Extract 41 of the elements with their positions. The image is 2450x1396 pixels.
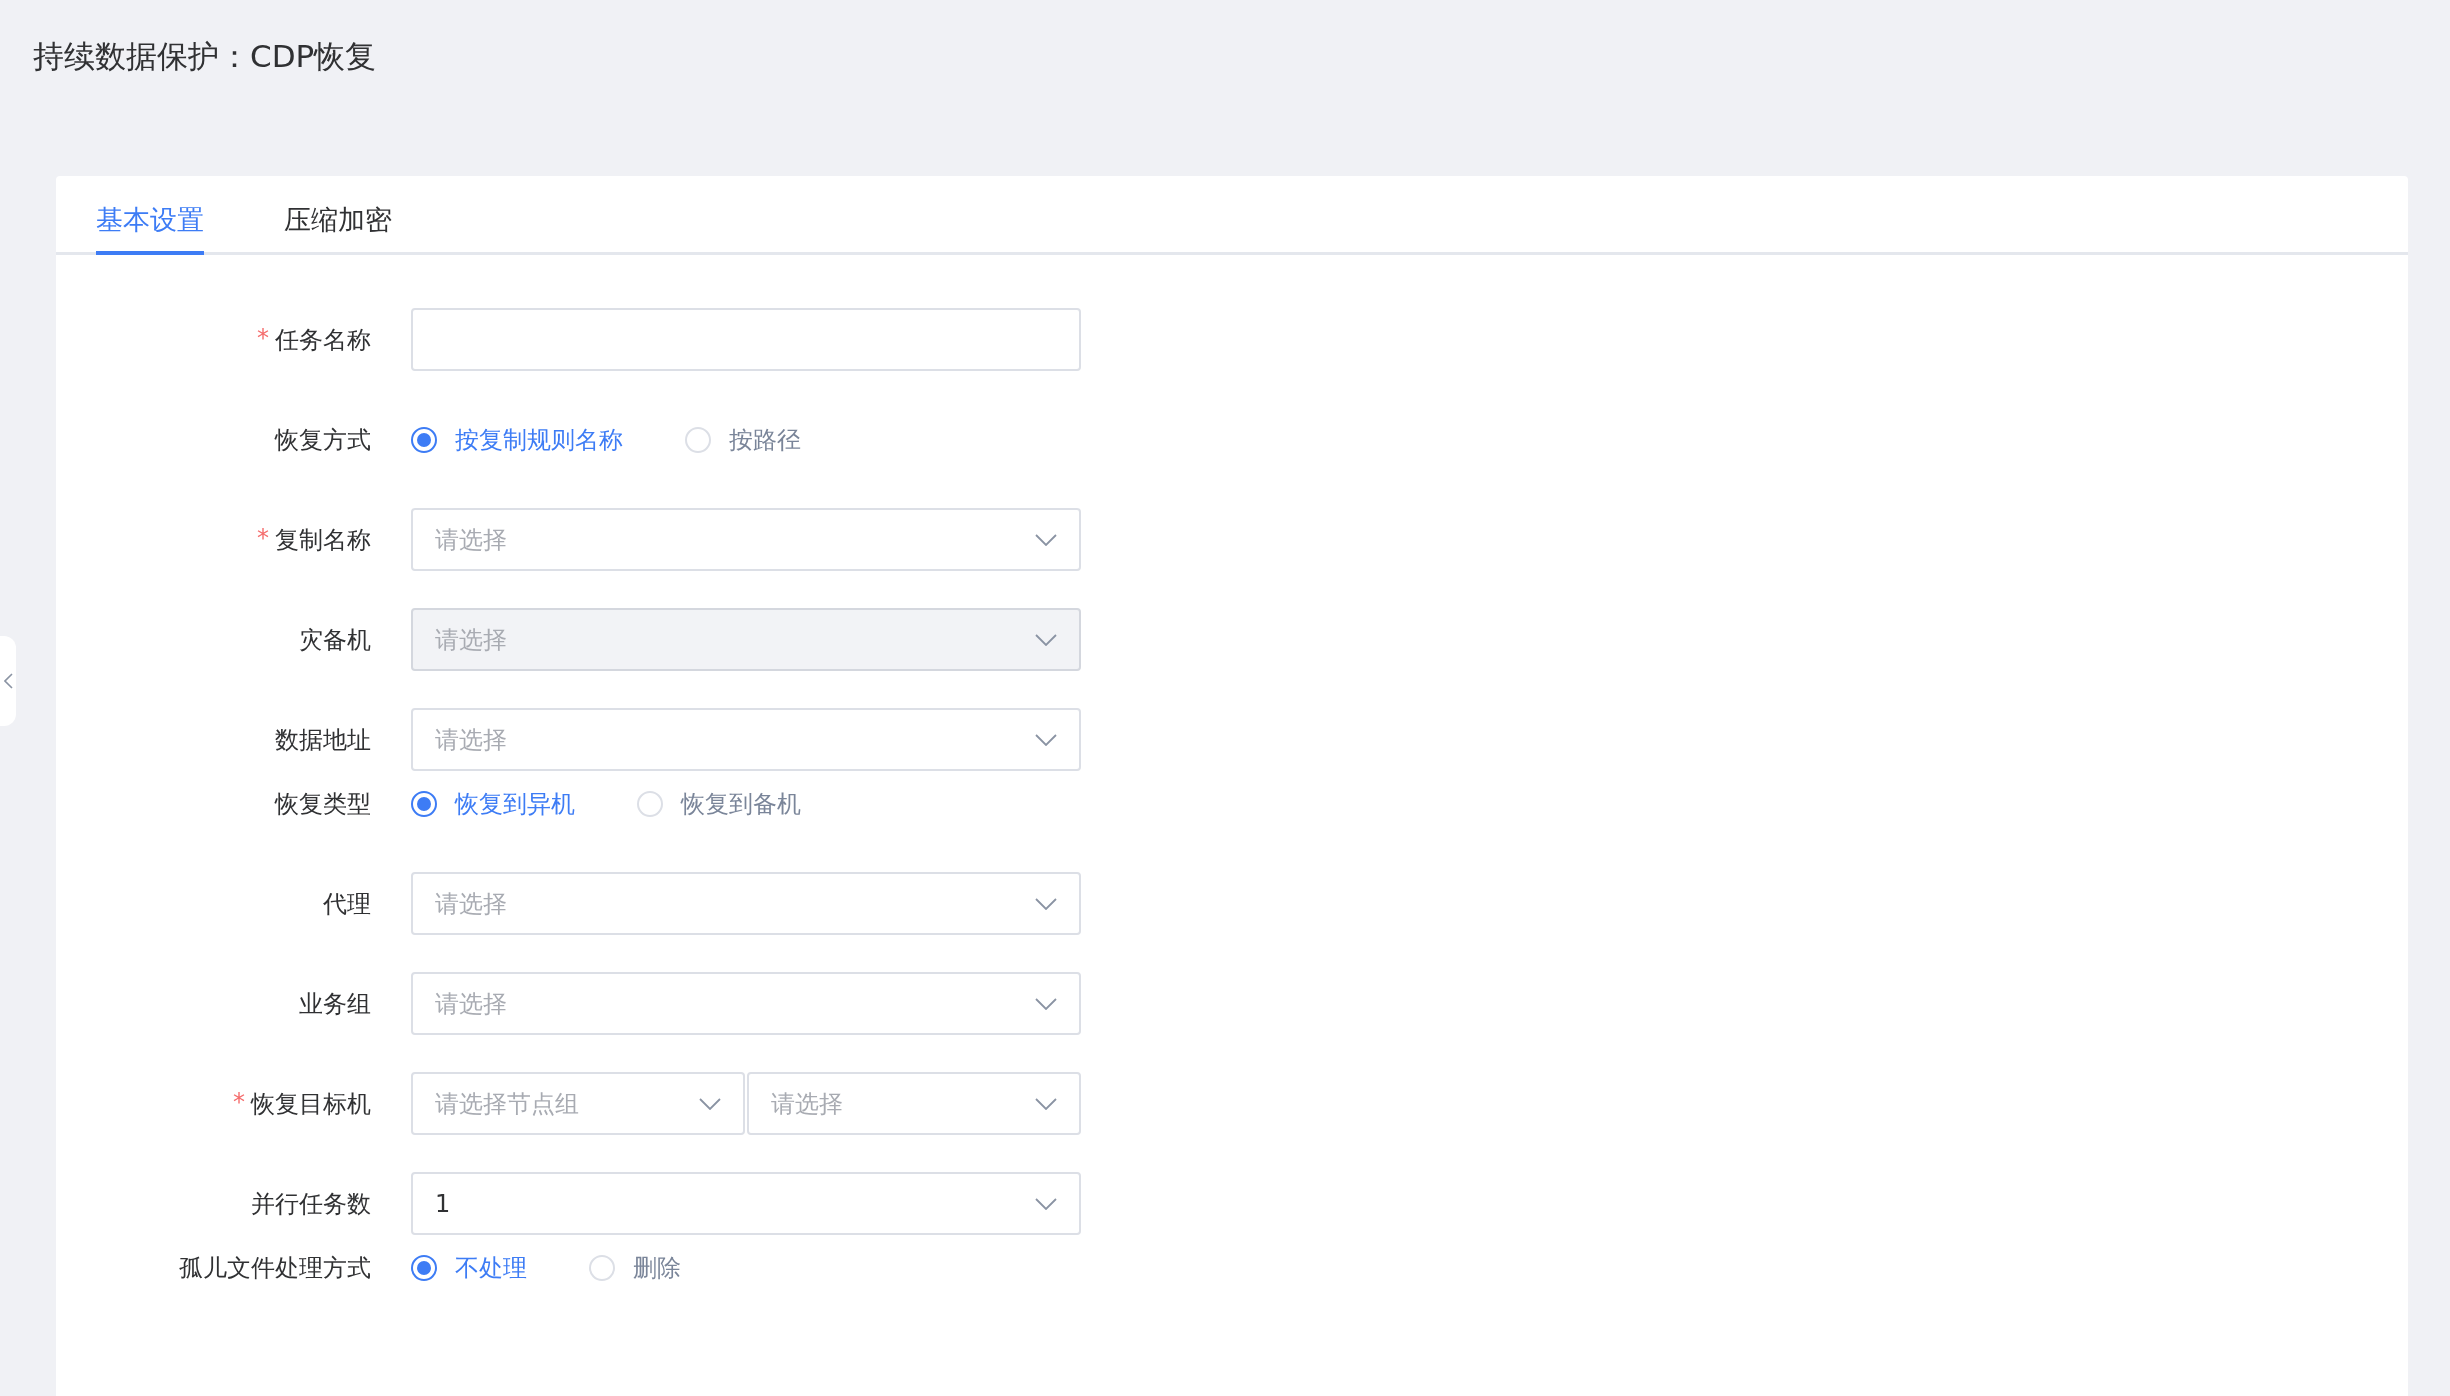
field-label: 恢复方式 (275, 424, 371, 456)
radio-option[interactable]: 按路径 (685, 423, 801, 456)
select-field[interactable]: 请选择 (411, 708, 1081, 771)
select-field[interactable]: 请选择 (411, 872, 1081, 935)
select-field[interactable]: 请选择 (411, 508, 1081, 571)
tab[interactable]: 基本设置 (96, 176, 204, 255)
tab[interactable]: 压缩加密 (284, 176, 392, 255)
chevron-down-icon (699, 1097, 721, 1110)
radio-option[interactable]: 按复制规则名称 (411, 423, 623, 456)
chevron-down-icon (1035, 733, 1057, 746)
required-mark: * (233, 1087, 245, 1118)
field-label: 任务名称 (275, 324, 371, 356)
field-label: 恢复目标机 (251, 1088, 371, 1120)
chevron-down-icon (1035, 633, 1057, 646)
select-field[interactable]: 1 (411, 1172, 1081, 1235)
radio-option[interactable]: 删除 (589, 1251, 681, 1284)
select-field[interactable]: 请选择 (411, 972, 1081, 1035)
chevron-down-icon (1035, 533, 1057, 546)
field-label: 灾备机 (299, 624, 371, 656)
radio-option[interactable]: 不处理 (411, 1251, 527, 1284)
chevron-left-icon (3, 673, 13, 689)
text-field[interactable] (411, 308, 1081, 371)
collapse-handle[interactable] (0, 636, 16, 726)
field-label: 复制名称 (275, 524, 371, 556)
field-label: 业务组 (299, 988, 371, 1020)
page-title: 持续数据保护：CDP恢复 (33, 37, 377, 76)
select-field[interactable]: 请选择节点组 (411, 1072, 745, 1135)
required-mark: * (257, 523, 269, 554)
chevron-down-icon (1035, 997, 1057, 1010)
radio-option[interactable]: 恢复到异机 (411, 787, 575, 820)
field-label: 恢复类型 (275, 788, 371, 820)
field-label: 代理 (323, 888, 371, 920)
chevron-down-icon (1035, 1197, 1057, 1210)
select-field[interactable]: 请选择 (747, 1072, 1081, 1135)
radio-option[interactable]: 恢复到备机 (637, 787, 801, 820)
field-label: 数据地址 (275, 724, 371, 756)
required-mark: * (257, 323, 269, 354)
chevron-down-icon (1035, 1097, 1057, 1110)
chevron-down-icon (1035, 897, 1057, 910)
field-label: 并行任务数 (251, 1188, 371, 1220)
field-label: 孤儿文件处理方式 (179, 1252, 371, 1284)
